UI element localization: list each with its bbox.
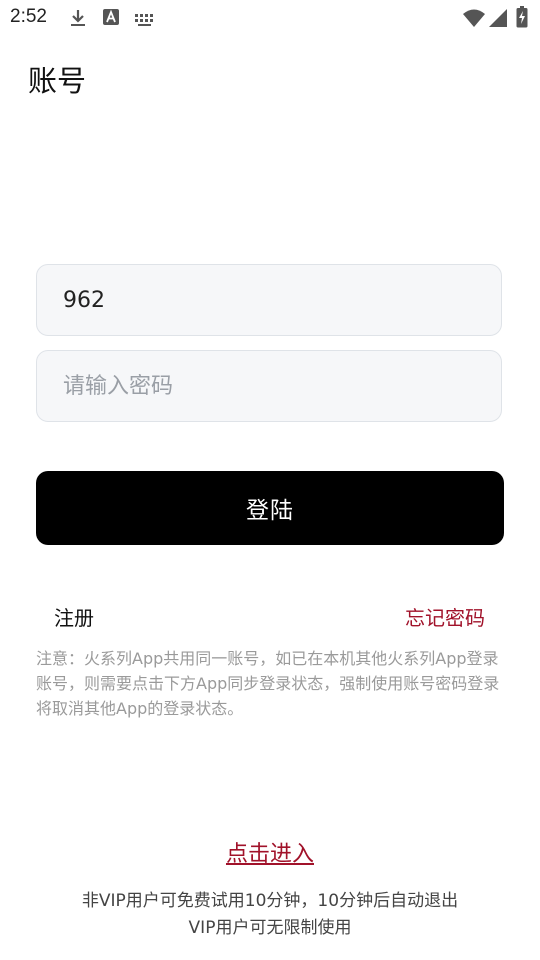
signal-icon — [488, 8, 508, 32]
login-button[interactable]: 登陆 — [36, 471, 504, 545]
account-field[interactable] — [36, 264, 502, 336]
download-icon — [68, 8, 88, 32]
status-time: 2:52 — [10, 6, 47, 27]
password-field[interactable] — [36, 350, 502, 422]
footer-line-1: 非VIP用户可免费试用10分钟，10分钟后自动退出 — [81, 891, 459, 911]
footer-line-2: VIP用户可无限制使用 — [188, 918, 352, 938]
keyboard-icon — [134, 12, 156, 31]
wifi-icon — [462, 8, 486, 32]
enter-link[interactable]: 点击进入 — [0, 836, 540, 868]
battery-charging-icon — [516, 6, 528, 32]
notice-text: 注意：火系列App共用同一账号，如已在本机其他火系列App登录账号，则需要点击下… — [36, 649, 500, 718]
forgot-password-link[interactable]: 忘记密码 — [405, 602, 485, 631]
page-title: 账号 — [28, 64, 87, 98]
password-input[interactable] — [63, 373, 475, 399]
register-link[interactable]: 注册 — [54, 602, 94, 631]
status-bar: 2:52 — [0, 0, 540, 36]
text-a-icon — [102, 8, 120, 30]
account-input[interactable] — [63, 287, 475, 313]
